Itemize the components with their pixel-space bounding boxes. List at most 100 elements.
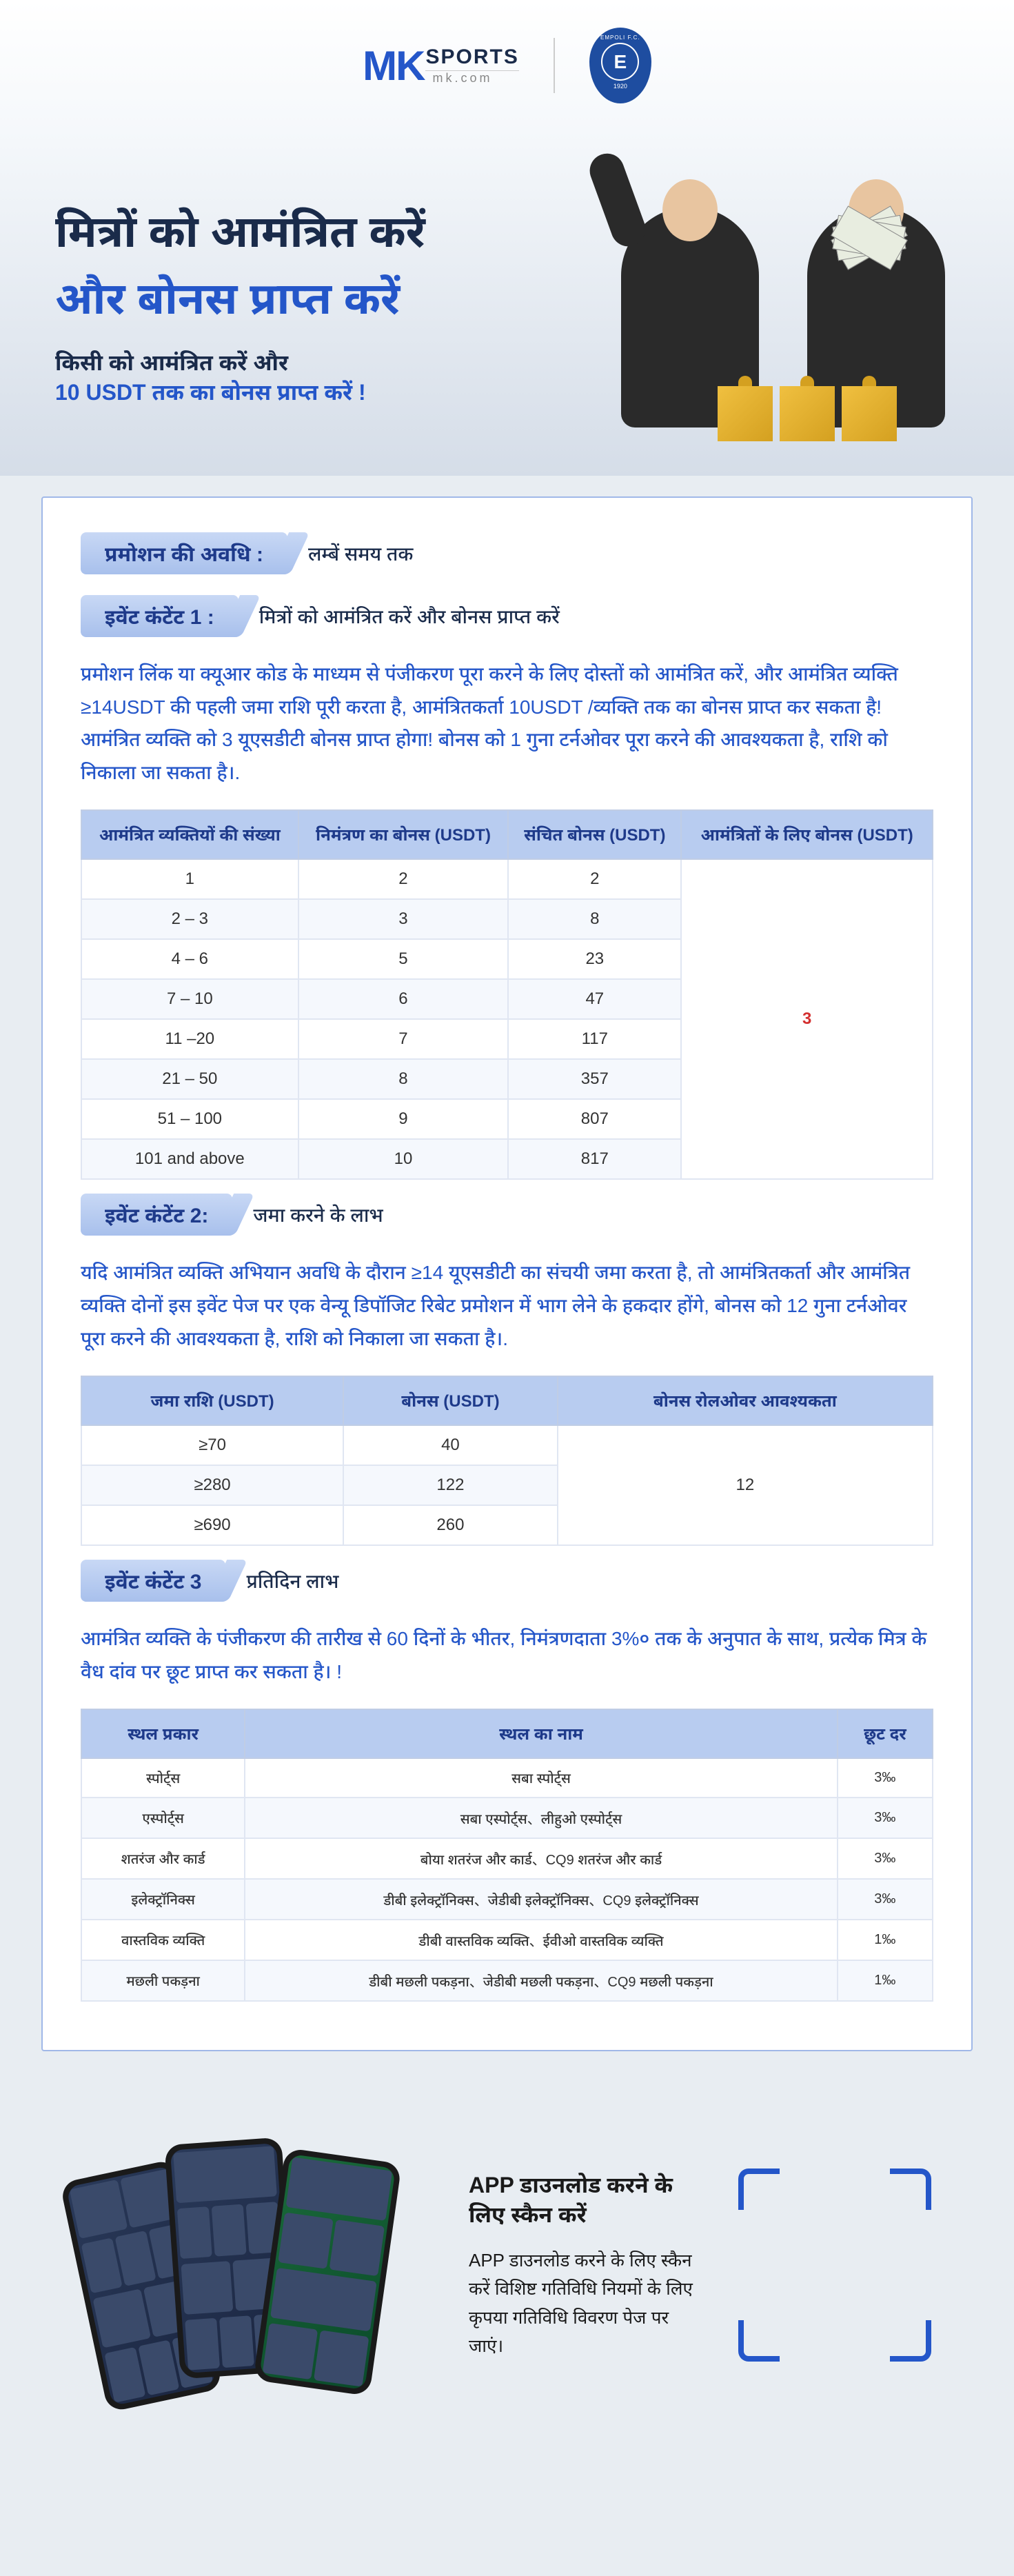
qr-scan-frame[interactable] xyxy=(738,2169,931,2362)
event3-value: प्रतिदिन लाभ xyxy=(246,1568,338,1594)
hero-subtitle-line2: 10 USDT तक का बोनस प्राप्त करें ! xyxy=(55,377,580,407)
table-cell: 117 xyxy=(508,1019,681,1059)
table-cell: सबा एस्पोर्ट्स、लीहुओ एस्पोर्ट्स xyxy=(245,1798,838,1838)
logo-sports-text: SPORTS xyxy=(425,46,518,69)
logo-domain-text: mk.com xyxy=(425,70,518,85)
event3-body: आमंत्रित व्यक्ति के पंजीकरण की तारीख से … xyxy=(81,1622,933,1688)
event2-label: इवेंट कंटेंट 2: xyxy=(81,1194,232,1236)
table-cell: 5 xyxy=(298,939,509,979)
table-cell: 9 xyxy=(298,1099,509,1139)
event2-value: जमा करने के लाभ xyxy=(253,1202,383,1228)
gift-box-icon xyxy=(780,386,835,441)
table-cell: 51 – 100 xyxy=(81,1099,298,1139)
hero-title-line2: और बोनस प्राप्त करें xyxy=(55,267,580,327)
club-year: 1920 xyxy=(614,83,627,90)
table-header-cell: बोनस (USDT) xyxy=(343,1376,558,1425)
table-header-cell: स्थल प्रकार xyxy=(81,1709,245,1758)
hero-text-block: मित्रों को आमंत्रित करें और बोनस प्राप्त… xyxy=(55,200,580,407)
footer: APP डाउनलोड करने के लिए स्कैन करें APP ड… xyxy=(0,2072,1014,2458)
table-cell: 1‰ xyxy=(838,1920,933,1960)
qr-corner-icon xyxy=(738,2320,780,2362)
gift-box-icon xyxy=(842,386,897,441)
logo-block: MK SPORTS mk.com xyxy=(363,42,519,90)
table-header-cell: आमंत्रित व्यक्तियों की संख्या xyxy=(81,810,298,859)
page-container: MK SPORTS mk.com EMPOLI F.C. E 1920 मित्… xyxy=(0,0,1014,2458)
table-cell: इलेक्ट्रॉनिक्स xyxy=(81,1879,245,1920)
table-cell: बोया शतरंज और कार्ड、CQ9 शतरंज और कार्ड xyxy=(245,1838,838,1879)
table-cell: डीबी मछली पकड़ना、जेडीबी मछली पकड़ना、CQ9 … xyxy=(245,1960,838,2001)
table-cell: 7 xyxy=(298,1019,509,1059)
qr-corner-icon xyxy=(738,2169,780,2210)
event1-value: मित्रों को आमंत्रित करें और बोनस प्राप्त… xyxy=(259,603,560,630)
table-cell: 3‰ xyxy=(838,1798,933,1838)
table-header-cell: संचित बोनस (USDT) xyxy=(508,810,681,859)
table-cell: 2 – 3 xyxy=(81,899,298,939)
table-cell: 8 xyxy=(298,1059,509,1099)
table-cell: सबा स्पोर्ट्स xyxy=(245,1758,838,1798)
table-header-cell: छूट दर xyxy=(838,1709,933,1758)
promotion-period-row: प्रमोशन की अवधि : लम्बें समय तक xyxy=(81,532,933,574)
promotion-period-label: प्रमोशन की अवधि : xyxy=(81,532,287,574)
table-header-cell: बोनस रोलओवर आवश्यकता xyxy=(558,1376,933,1425)
table-cell: 807 xyxy=(508,1099,681,1139)
table-cell: ≥280 xyxy=(81,1465,343,1505)
event1-table: आमंत्रित व्यक्तियों की संख्यानिमंत्रण का… xyxy=(81,809,933,1180)
event1-label: इवेंट कंटेंट 1 : xyxy=(81,595,239,637)
table-row: मछली पकड़नाडीबी मछली पकड़ना、जेडीबी मछली … xyxy=(81,1960,933,2001)
table-header-cell: जमा राशि (USDT) xyxy=(81,1376,343,1425)
table-cell: 101 and above xyxy=(81,1139,298,1179)
table-cell: एस्पोर्ट्स xyxy=(81,1798,245,1838)
table-cell: 122 xyxy=(343,1465,558,1505)
table-cell: मछली पकड़ना xyxy=(81,1960,245,2001)
event2-table: जमा राशि (USDT)बोनस (USDT)बोनस रोलओवर आव… xyxy=(81,1376,933,1546)
table-row: इलेक्ट्रॉनिक्सडीबी इलेक्ट्रॉनिक्स、जेडीबी… xyxy=(81,1879,933,1920)
table-cell: 3‰ xyxy=(838,1879,933,1920)
event1-body: प्रमोशन लिंक या क्यूआर कोड के माध्यम से … xyxy=(81,658,933,789)
table-row: 1223 xyxy=(81,859,933,899)
event3-row: इवेंट कंटेंट 3 प्रतिदिन लाभ xyxy=(81,1560,933,1602)
gift-box-icon xyxy=(718,386,773,441)
table-cell: ≥70 xyxy=(81,1425,343,1465)
table-merged-cell: 12 xyxy=(558,1425,933,1545)
mk-sports-logo: MK SPORTS mk.com xyxy=(363,42,519,90)
event3-table: स्थल प्रकारस्थल का नामछूट दर स्पोर्ट्ससब… xyxy=(81,1709,933,2002)
footer-title: APP डाउनलोड करने के लिए स्कैन करें xyxy=(469,2170,697,2229)
table-row: वास्तविक व्यक्तिडीबी वास्तविक व्यक्ति、ईव… xyxy=(81,1920,933,1960)
hero-title-line1: मित्रों को आमंत्रित करें xyxy=(55,200,580,260)
hero-banner: मित्रों को आमंत्रित करें और बोनस प्राप्त… xyxy=(0,131,1014,476)
table-header-cell: स्थल का नाम xyxy=(245,1709,838,1758)
table-cell: 10 xyxy=(298,1139,509,1179)
event2-row: इवेंट कंटेंट 2: जमा करने के लाभ xyxy=(81,1194,933,1236)
table-cell: 3‰ xyxy=(838,1838,933,1879)
table-cell: 23 xyxy=(508,939,681,979)
table-cell: वास्तविक व्यक्ति xyxy=(81,1920,245,1960)
table-row: शतरंज और कार्डबोया शतरंज और कार्ड、CQ9 शत… xyxy=(81,1838,933,1879)
table-cell: 1 xyxy=(81,859,298,899)
money-fan-icon xyxy=(835,221,931,276)
header: MK SPORTS mk.com EMPOLI F.C. E 1920 xyxy=(0,0,1014,131)
table-cell: 6 xyxy=(298,979,509,1019)
table-cell: 817 xyxy=(508,1139,681,1179)
hero-illustration xyxy=(580,165,959,441)
footer-text-block: APP डाउनलोड करने के लिए स्कैन करें APP ड… xyxy=(469,2170,697,2361)
table-header-cell: निमंत्रण का बोनस (USDT) xyxy=(298,810,509,859)
table-cell: 2 xyxy=(508,859,681,899)
table-cell: 4 – 6 xyxy=(81,939,298,979)
app-phones-illustration xyxy=(83,2127,427,2403)
table-cell: डीबी इलेक्ट्रॉनिक्स、जेडीबी इलेक्ट्रॉनिक्… xyxy=(245,1879,838,1920)
footer-body: APP डाउनलोड करने के लिए स्कैन करें विशिष… xyxy=(469,2246,697,2361)
table-cell: 21 – 50 xyxy=(81,1059,298,1099)
table-cell: 260 xyxy=(343,1505,558,1545)
table-cell: 357 xyxy=(508,1059,681,1099)
table-cell: 47 xyxy=(508,979,681,1019)
club-badge-icon: EMPOLI F.C. E 1920 xyxy=(589,28,651,103)
table-cell: डीबी वास्तविक व्यक्ति、ईवीओ वास्तविक व्यक… xyxy=(245,1920,838,1960)
table-cell: 3 xyxy=(298,899,509,939)
qr-corner-icon xyxy=(890,2320,931,2362)
table-row: स्पोर्ट्ससबा स्पोर्ट्स3‰ xyxy=(81,1758,933,1798)
promotion-period-value: लम्बें समय तक xyxy=(308,541,413,567)
table-merged-cell: 3 xyxy=(681,859,933,1179)
table-cell: 1‰ xyxy=(838,1960,933,2001)
event1-row: इवेंट कंटेंट 1 : मित्रों को आमंत्रित करे… xyxy=(81,595,933,637)
table-cell: स्पोर्ट्स xyxy=(81,1758,245,1798)
